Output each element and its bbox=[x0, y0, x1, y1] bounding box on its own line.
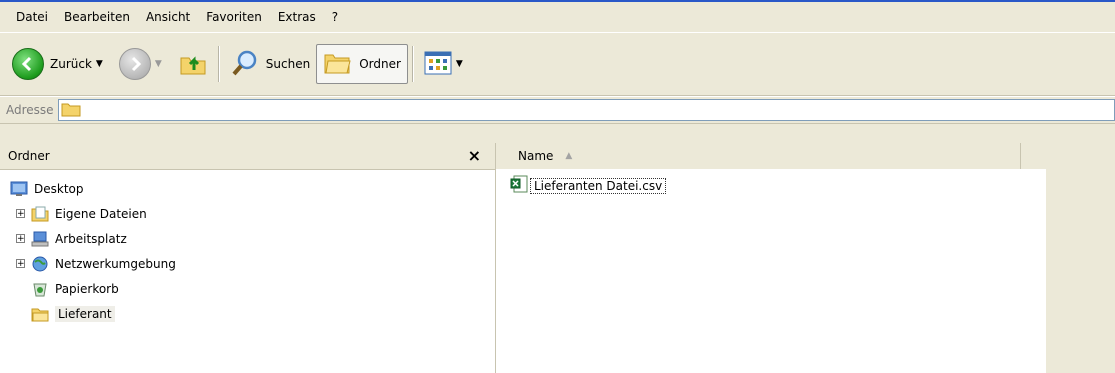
forward-button[interactable]: ▼ bbox=[113, 44, 172, 84]
up-button[interactable] bbox=[172, 44, 214, 84]
expand-icon[interactable]: + bbox=[16, 259, 25, 269]
forward-arrow-icon bbox=[118, 48, 151, 80]
content-panes: Ordner × Desktop + Eigene Dateien + Arbe… bbox=[0, 143, 1115, 373]
address-input[interactable] bbox=[57, 99, 1115, 121]
back-dropdown-icon[interactable]: ▼ bbox=[96, 59, 103, 69]
tree-item-desktop[interactable]: Desktop bbox=[0, 176, 495, 201]
search-button[interactable]: Suchen bbox=[224, 44, 316, 84]
folders-pane-title: Ordner bbox=[8, 149, 50, 163]
empty-area bbox=[1046, 169, 1115, 373]
folder-icon bbox=[61, 101, 81, 120]
file-name: Lieferanten Datei.csv bbox=[530, 177, 667, 194]
address-bar: Adresse bbox=[0, 96, 1115, 124]
folders-pane: Ordner × Desktop + Eigene Dateien + Arbe… bbox=[0, 143, 496, 373]
folders-label: Ordner bbox=[359, 57, 401, 71]
tree-item-label: Desktop bbox=[34, 181, 84, 196]
recycle-bin-icon bbox=[31, 281, 49, 297]
tree-item-label: Lieferant bbox=[55, 305, 115, 322]
folders-icon bbox=[323, 49, 353, 80]
file-list-header: Name ▲ bbox=[496, 143, 1115, 170]
views-dropdown-icon[interactable]: ▼ bbox=[456, 59, 463, 69]
tree-item-eigene-dateien[interactable]: + Eigene Dateien bbox=[0, 201, 495, 226]
tree-item-lieferant[interactable]: Lieferant bbox=[0, 301, 495, 326]
views-icon bbox=[424, 51, 452, 78]
tree-item-papierkorb[interactable]: Papierkorb bbox=[0, 276, 495, 301]
desktop-icon bbox=[10, 181, 28, 197]
menu-bar: Datei Bearbeiten Ansicht Favoriten Extra… bbox=[0, 2, 1115, 32]
back-label: Zurück bbox=[50, 57, 92, 71]
back-arrow-icon bbox=[12, 48, 44, 80]
tree-item-arbeitsplatz[interactable]: + Arbeitsplatz bbox=[0, 226, 495, 251]
folders-button[interactable]: Ordner bbox=[316, 44, 408, 84]
toolbar: Zurück ▼ ▼ Suchen Ordner ▼ bbox=[0, 32, 1115, 96]
toolbar-separator bbox=[411, 46, 414, 82]
column-header-name[interactable]: Name ▲ bbox=[496, 143, 1021, 169]
column-header-filler bbox=[1021, 143, 1115, 169]
folder-tree: Desktop + Eigene Dateien + Arbeitsplatz … bbox=[0, 170, 495, 326]
menu-datei[interactable]: Datei bbox=[8, 8, 56, 26]
search-icon bbox=[230, 48, 260, 81]
menu-ansicht[interactable]: Ansicht bbox=[138, 8, 198, 26]
search-label: Suchen bbox=[265, 57, 311, 71]
folders-pane-header: Ordner × bbox=[0, 143, 495, 170]
excel-csv-icon bbox=[510, 175, 528, 196]
menu-extras[interactable]: Extras bbox=[270, 8, 324, 26]
forward-dropdown-icon[interactable]: ▼ bbox=[155, 59, 162, 69]
explorer-window: Datei Bearbeiten Ansicht Favoriten Extra… bbox=[0, 0, 1115, 373]
menu-bearbeiten[interactable]: Bearbeiten bbox=[56, 8, 138, 26]
tree-item-label: Papierkorb bbox=[55, 281, 119, 296]
tree-item-label: Arbeitsplatz bbox=[55, 231, 127, 246]
tree-item-label: Eigene Dateien bbox=[55, 206, 147, 221]
my-computer-icon bbox=[31, 231, 49, 247]
folder-up-icon bbox=[178, 48, 208, 81]
address-label: Adresse bbox=[6, 103, 54, 117]
close-pane-button[interactable]: × bbox=[462, 148, 487, 164]
menu-help[interactable]: ? bbox=[324, 8, 346, 26]
column-name-label: Name bbox=[518, 149, 554, 163]
file-list-pane: Name ▲ Lieferanten Datei.csv bbox=[496, 143, 1115, 373]
expand-icon[interactable]: + bbox=[16, 234, 25, 244]
back-button[interactable]: Zurück ▼ bbox=[6, 44, 113, 84]
tree-item-netzwerkumgebung[interactable]: + Netzwerkumgebung bbox=[0, 251, 495, 276]
file-item[interactable]: Lieferanten Datei.csv bbox=[510, 175, 667, 196]
folder-icon bbox=[31, 306, 49, 322]
toolbar-separator bbox=[217, 46, 220, 82]
documents-folder-icon bbox=[31, 206, 49, 222]
expand-icon[interactable]: + bbox=[16, 209, 25, 219]
network-icon bbox=[31, 256, 49, 272]
sort-ascending-icon: ▲ bbox=[565, 151, 573, 161]
tree-item-label: Netzwerkumgebung bbox=[55, 256, 176, 271]
menu-favoriten[interactable]: Favoriten bbox=[198, 8, 270, 26]
views-button[interactable]: ▼ bbox=[418, 44, 473, 84]
file-list-area[interactable]: Lieferanten Datei.csv bbox=[496, 169, 1046, 373]
